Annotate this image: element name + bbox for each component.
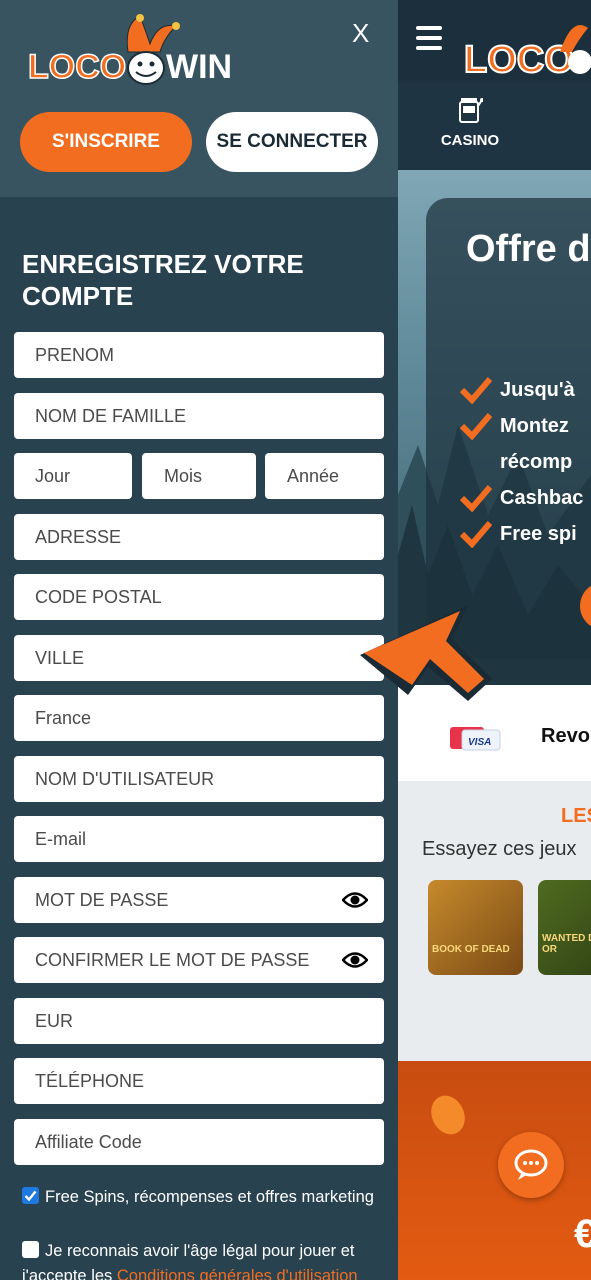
revolut-logo: Revol [541,725,591,747]
slot-machine-icon [459,98,483,123]
hero-benefit-2: Montez [460,408,583,444]
signup-button[interactable]: S'INSCRIRE [20,112,192,172]
address-field[interactable]: ADRESSE [14,514,384,560]
confirm-password-placeholder: CONFIRMER LE MOT DE PASSE [35,950,310,970]
registration-drawer: LOCO WIN X S'INSCRIRE SE CONNECTER ENREG… [0,0,398,1280]
check-icon [460,521,492,548]
tab-casino[interactable]: CASINO [440,96,500,149]
marketing-consent-row: Free Spins, récompenses et offres market… [22,1185,382,1210]
confirm-password-field[interactable]: CONFIRMER LE MOT DE PASSE [14,937,384,983]
password-placeholder: MOT DE PASSE [35,890,169,910]
game-tile-book-of-dead[interactable]: BOOK OF DEAD [428,880,523,975]
marketing-checkbox[interactable] [22,1187,39,1204]
svg-text:LOCO: LOCO [28,48,126,86]
birth-day-field[interactable]: Jour [14,453,132,499]
city-field[interactable]: VILLE [14,635,384,681]
site-logo[interactable]: LOCO [460,10,591,80]
chat-bubble-icon [514,1149,548,1180]
hamburger-menu-icon[interactable] [416,26,442,50]
games-heading: LES [561,805,591,827]
terms-checkbox[interactable] [22,1241,39,1258]
form-title: ENREGISTREZ VOTRE COMPTE [22,249,304,311]
postal-code-field[interactable]: CODE POSTAL [14,574,384,620]
promo-euro-symbol: € [574,1212,591,1256]
birth-month-field[interactable]: Mois [142,453,256,499]
hero-benefits-list: Jusqu'à Montez récomp Cashbac Free spi [460,372,583,552]
svg-text:WIN: WIN [166,48,232,86]
site-topbar: LOCO [398,0,591,82]
svg-text:LOCO: LOCO [464,39,574,80]
marketing-consent-label: Free Spins, récompenses et offres market… [45,1188,374,1206]
birth-year-field[interactable]: Année [265,453,384,499]
password-field[interactable]: MOT DE PASSE [14,877,384,923]
currency-select[interactable]: EUR [14,998,384,1044]
hero-title: Offre d [466,228,591,270]
email-field[interactable]: E-mail [14,816,384,862]
visa-card-icon: VISA [450,727,501,751]
country-select[interactable]: France [14,695,384,741]
username-field[interactable]: NOM D'UTILISATEUR [14,756,384,802]
close-drawer-button[interactable]: X [352,18,369,49]
games-subtitle: Essayez ces jeux [422,838,577,860]
eye-icon[interactable] [342,890,368,910]
checkmark-icon [24,1190,37,1202]
hero-benefit-4: Cashbac [460,480,583,516]
tab-casino-label: CASINO [440,132,500,149]
terms-consent-row: Je reconnais avoir l'âge légal pour joue… [22,1239,382,1280]
svg-text:VISA: VISA [468,737,491,748]
check-icon [460,413,492,440]
hero-benefit-1: Jusqu'à [460,372,583,408]
coin-icon [431,1095,465,1135]
login-button[interactable]: SE CONNECTER [206,112,378,172]
chat-button[interactable] [498,1132,564,1198]
drawer-header: LOCO WIN X S'INSCRIRE SE CONNECTER [0,0,398,197]
hero-benefit-3: récomp [500,451,573,473]
first-name-field[interactable]: PRENOM [14,332,384,378]
check-icon [460,377,492,404]
hero-benefit-5: Free spi [460,516,583,552]
check-icon [460,485,492,512]
games-section: LES Essayez ces jeux BOOK OF DEAD WANTED… [398,781,591,1061]
phone-field[interactable]: TÉLÉPHONE [14,1058,384,1104]
last-name-field[interactable]: NOM DE FAMILLE [14,393,384,439]
eye-icon[interactable] [342,950,368,970]
game-tile-wanted[interactable]: WANTED DEAD OR [538,880,591,975]
locowin-logo[interactable]: LOCO WIN [28,12,238,92]
terms-link[interactable]: Conditions générales d'utilisation [117,1267,358,1280]
pointer-arrow-annotation [360,605,492,701]
affiliate-code-field[interactable]: Affiliate Code [14,1119,384,1165]
